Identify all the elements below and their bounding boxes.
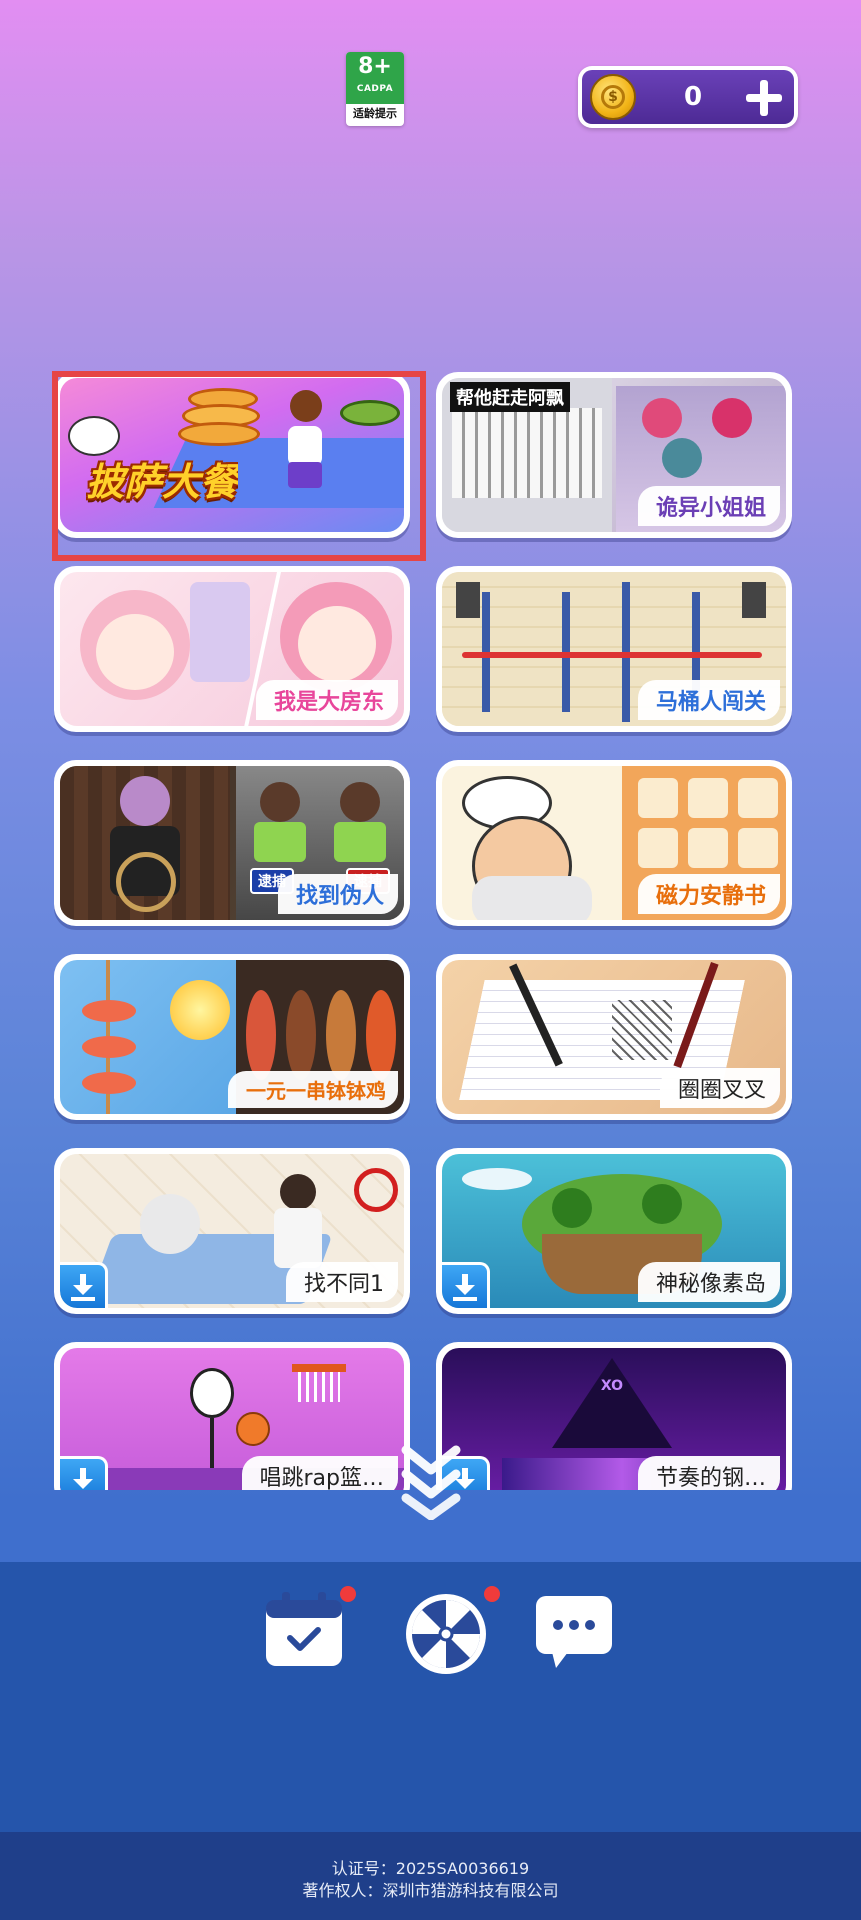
game-thumbnail: 圈圈叉叉 [442,960,786,1114]
game-thumbnail: 一元一串钵钵鸡 [60,960,404,1114]
game-title: 诡异小姐姐 [637,486,780,526]
coin-icon: $ [590,74,636,120]
game-card-rhythm-piano[interactable]: XO 节奏的钢… [436,1342,792,1490]
game-title: 神秘像素岛 [637,1262,780,1302]
copyright-owner: 著作权人：深圳市猎游科技有限公司 [302,1881,559,1900]
game-thumbnail: 唱跳rap篮… [60,1348,404,1490]
game-card-pixel-island[interactable]: 神秘像素岛 [436,1148,792,1314]
coin-balance[interactable]: $ 0 [578,66,798,128]
calendar-check-icon [266,1592,342,1666]
age-rating-org: CADPA [356,84,394,94]
game-title: 找不同1 [286,1262,398,1302]
scroll-down-chevron-icon[interactable] [400,1440,462,1520]
chat-bubble-icon [536,1596,612,1668]
lucky-wheel-button[interactable] [404,1592,486,1674]
game-card-creepy-sister[interactable]: 帮他赶走阿飘 诡异小姐姐 [436,372,792,538]
game-title: 节奏的钢… [637,1456,780,1490]
game-title: 圈圈叉叉 [659,1068,780,1108]
notification-dot [484,1586,500,1602]
game-thumbnail: 马桶人闯关 [442,572,786,726]
game-thumbnail: 逮捕 逮捕 找到伪人 [60,766,404,920]
game-card-spot-difference[interactable]: 找不同1 [54,1148,410,1314]
game-title: 磁力安静书 [637,874,780,914]
game-title: 一元一串钵钵鸡 [228,1071,398,1108]
download-icon [60,1456,108,1490]
footer: 认证号：2025SA0036619 著作权人：深圳市猎游科技有限公司 [0,1832,861,1920]
notification-dot [340,1586,356,1602]
game-thumbnail: 神秘像素岛 [442,1154,786,1308]
age-rating-tip: 适龄提示 [353,107,397,120]
game-title: 马桶人闯关 [637,680,780,720]
coin-count: 0 [683,82,703,112]
game-card-sing-dance-rap[interactable]: 唱跳rap篮… [54,1342,410,1490]
game-thumbnail: 找不同1 [60,1154,404,1308]
game-card-skewers[interactable]: 一元一串钵钵鸡 [54,954,410,1120]
game-card-toilet-man[interactable]: 马桶人闯关 [436,566,792,732]
game-thumbnail: 磁力安静书 [442,766,786,920]
download-icon [442,1262,490,1308]
game-title: 唱跳rap篮… [241,1456,398,1490]
game-banner: 帮他赶走阿飘 [450,382,570,412]
age-rating-number: 8+ [358,54,392,79]
messages-button[interactable] [534,1592,614,1668]
game-title: 找到伪人 [277,874,398,914]
game-thumbnail: 我是大房东 [60,572,404,726]
daily-checkin-button[interactable] [264,1592,344,1668]
game-thumbnail: 帮他赶走阿飘 诡异小姐姐 [442,378,786,532]
game-card-find-fake[interactable]: 逮捕 逮捕 找到伪人 [54,760,410,926]
game-title: 我是大房东 [255,680,398,720]
download-icon [60,1262,108,1308]
age-rating-badge: 8+ CADPA 适龄提示 [346,52,404,126]
selected-game-highlight [52,371,426,561]
plus-icon[interactable] [742,76,784,118]
lucky-wheel-icon [406,1594,486,1674]
game-card-landlord[interactable]: 我是大房东 [54,566,410,732]
certification-number: 认证号：2025SA0036619 [331,1859,530,1878]
game-thumbnail: XO 节奏的钢… [442,1348,786,1490]
game-card-tic-tac-toe[interactable]: 圈圈叉叉 [436,954,792,1120]
game-card-magnet-book[interactable]: 磁力安静书 [436,760,792,926]
